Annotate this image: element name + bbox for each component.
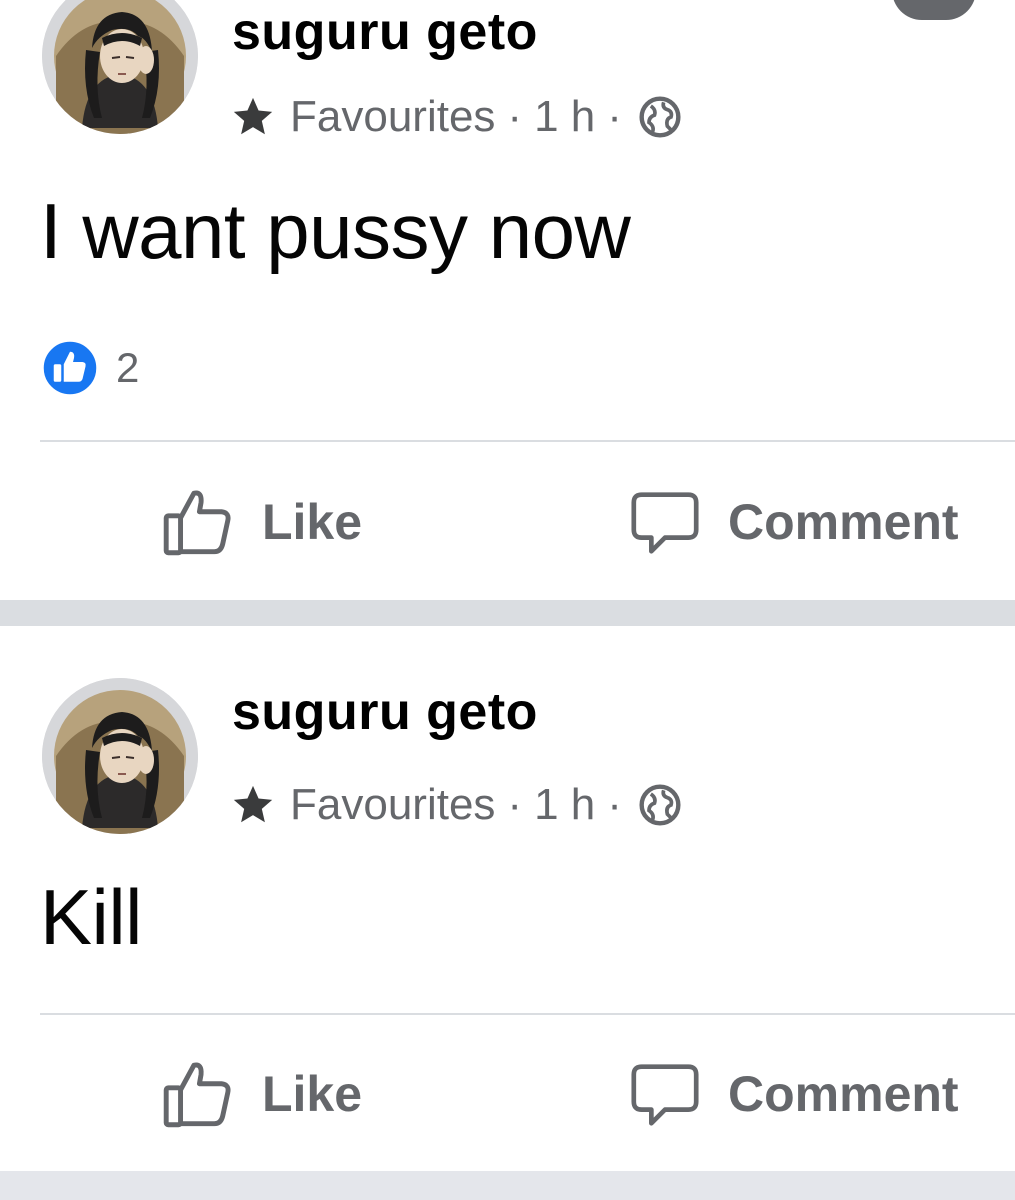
author-name[interactable]: suguru geto (232, 2, 538, 62)
separator-dot: · (607, 92, 622, 141)
like-badge-icon (41, 339, 99, 397)
post-meta: Favourites · 1 h · (230, 92, 682, 142)
action-divider (40, 1013, 1015, 1015)
post-action-bar: Like Comment (0, 1054, 1015, 1134)
comment-label: Comment (728, 494, 959, 550)
thumbs-up-outline-icon (163, 1062, 231, 1128)
more-options-button[interactable] (892, 0, 976, 20)
thumbs-up-outline-icon (163, 490, 231, 556)
like-label: Like (262, 494, 363, 550)
speech-bubble-icon (631, 1064, 699, 1126)
audience-label[interactable]: Favourites (290, 780, 495, 830)
comment-button[interactable]: Comment (626, 1054, 959, 1134)
post-timestamp[interactable]: 1 h (534, 92, 595, 142)
author-avatar[interactable] (42, 0, 198, 134)
separator-dot: · (507, 780, 523, 829)
news-feed: suguru geto Favourites · 1 h · I want pu… (0, 0, 1015, 1200)
like-button[interactable]: Like (158, 1054, 362, 1134)
author-name[interactable]: suguru geto (232, 682, 538, 742)
globe-icon (639, 784, 681, 826)
comment-button[interactable]: Comment (626, 482, 959, 562)
post-separator (0, 1171, 1015, 1200)
star-icon (233, 785, 273, 823)
author-avatar[interactable] (42, 678, 198, 834)
audience-label[interactable]: Favourites (290, 92, 495, 142)
post-action-bar: Like Comment (0, 482, 1015, 562)
like-button[interactable]: Like (158, 482, 362, 562)
like-label: Like (262, 1066, 363, 1122)
separator-dot: · (507, 92, 523, 141)
post-text: Kill (40, 873, 143, 961)
comment-label: Comment (728, 1066, 959, 1122)
feed-post: suguru geto Favourites · 1 h · Kill Like… (0, 626, 1015, 1171)
feed-post: suguru geto Favourites · 1 h · I want pu… (0, 0, 1015, 600)
reaction-count: 2 (116, 344, 140, 391)
anime-character-avatar (42, 678, 198, 834)
post-text: I want pussy now (40, 187, 631, 275)
speech-bubble-icon (631, 492, 699, 554)
anime-character-avatar (42, 0, 198, 134)
post-separator (0, 600, 1015, 626)
separator-dot: · (607, 780, 622, 829)
post-timestamp[interactable]: 1 h (534, 780, 595, 830)
post-meta: Favourites · 1 h · (230, 780, 682, 830)
reactions-summary[interactable]: 2 (40, 338, 139, 398)
globe-icon (639, 96, 681, 138)
action-divider (40, 440, 1015, 442)
star-icon (233, 97, 273, 135)
